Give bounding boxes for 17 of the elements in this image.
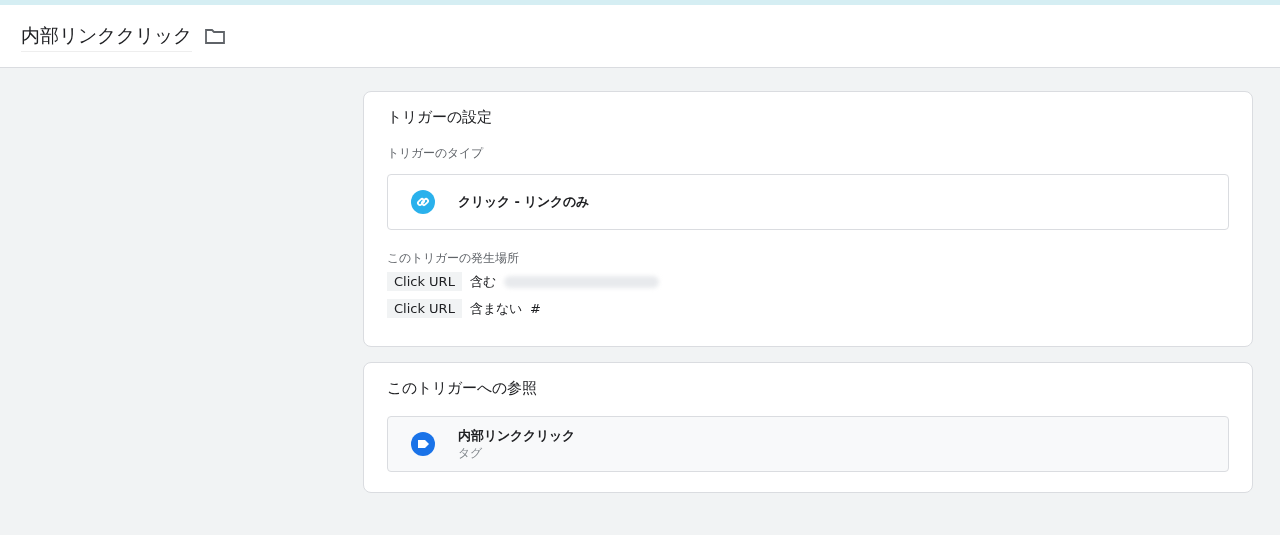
tag-icon <box>411 432 435 456</box>
condition-operator: 含まない <box>469 299 522 318</box>
condition-value: # <box>529 301 541 316</box>
trigger-type-field[interactable]: クリック - リンクのみ <box>387 174 1229 230</box>
reference-row[interactable]: 内部リンククリック タグ <box>387 416 1229 472</box>
link-icon <box>411 190 435 214</box>
card-title: このトリガーへの参照 <box>387 379 538 398</box>
variable-chip: Click URL <box>387 272 462 291</box>
condition-operator: 含む <box>469 272 496 291</box>
trigger-name[interactable]: 内部リンククリック <box>21 20 192 52</box>
field-label: トリガーのタイプ <box>387 145 485 162</box>
card-title: トリガーの設定 <box>387 108 493 127</box>
folder-icon[interactable] <box>204 27 226 45</box>
reference-type: タグ <box>458 444 483 462</box>
variable-chip: Click URL <box>387 299 462 318</box>
reference-name: 内部リンククリック <box>458 426 575 445</box>
field-label: このトリガーの発生場所 <box>387 250 520 267</box>
